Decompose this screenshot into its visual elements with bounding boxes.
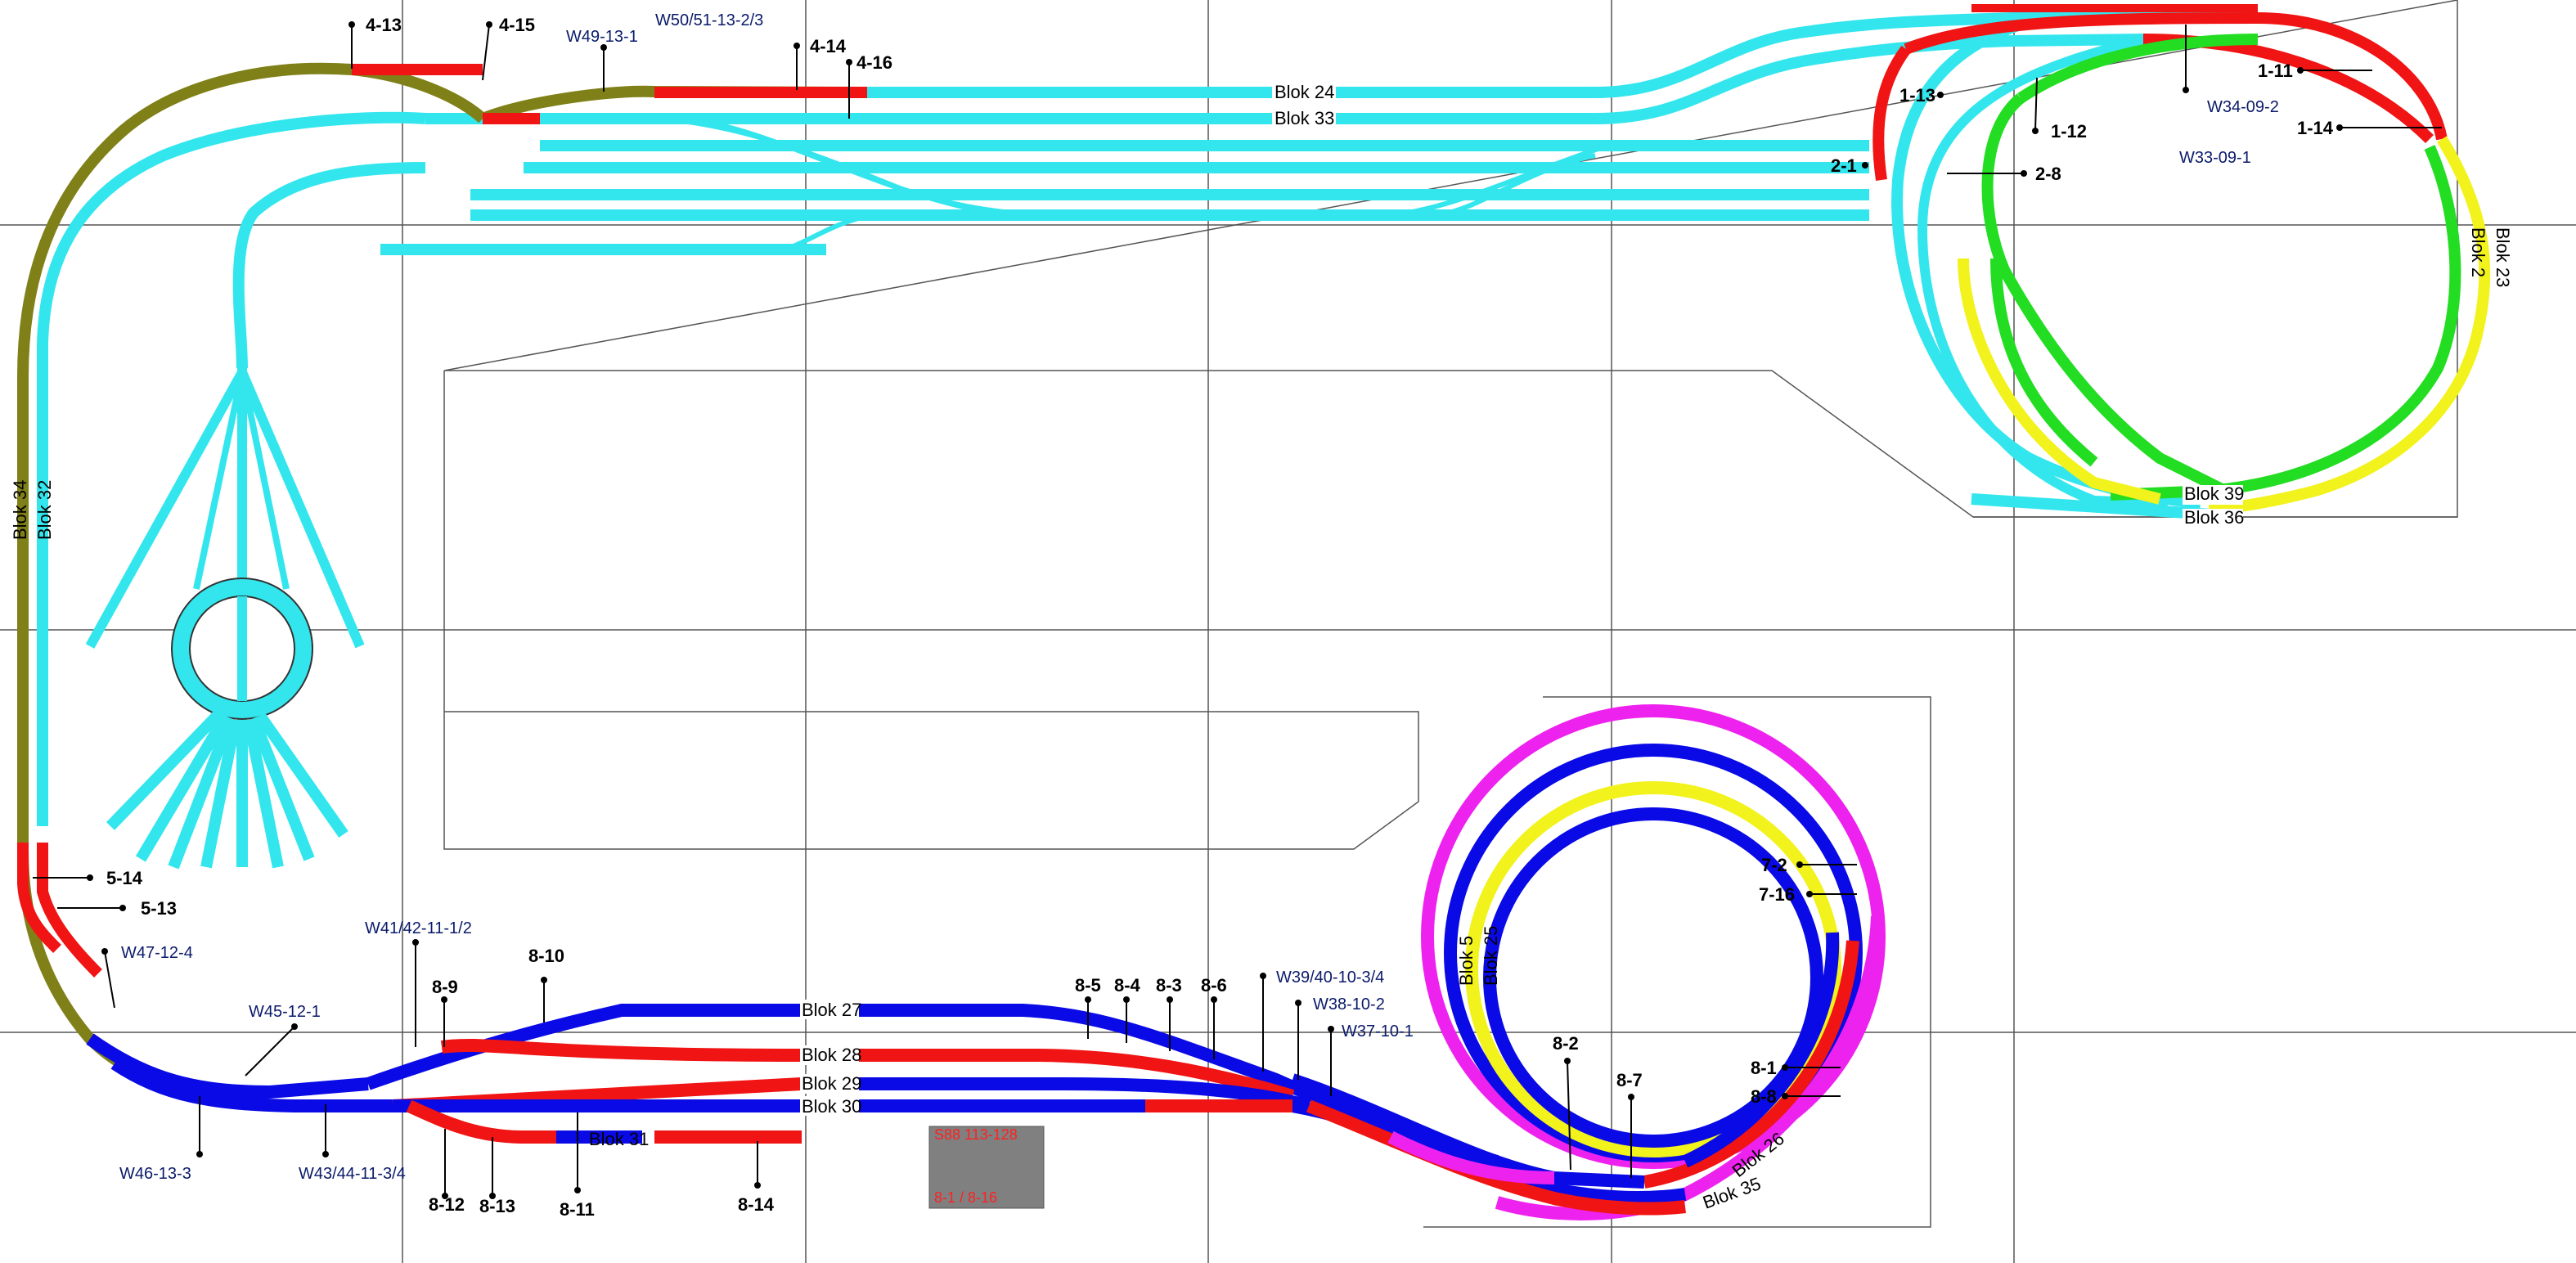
- switch-labels: W49-13-1 W50/51-13-2/3 W34-09-2 W33-09-1…: [101, 11, 2279, 1183]
- sensor-1-13: 1-13: [1899, 85, 1935, 106]
- sensor-4-13: 4-13: [366, 15, 402, 35]
- sensor-2-1: 2-1: [1831, 155, 1857, 176]
- sensor-8-1: 8-1: [1751, 1058, 1777, 1078]
- block-label-33: Blok 33: [1275, 108, 1334, 128]
- top-right-loop: [1872, 4, 2491, 515]
- switch-w41: W41/42-11-1/2: [365, 919, 472, 937]
- sensor-8-8: 8-8: [1751, 1086, 1777, 1107]
- sensor-8-10: 8-10: [528, 946, 564, 966]
- block-label-24: Blok 24: [1275, 82, 1334, 102]
- block-label-29: Blok 29: [802, 1073, 861, 1094]
- sensor-8-12: 8-12: [429, 1194, 465, 1215]
- roundhouse-fan: [106, 708, 348, 870]
- sensor-1-11: 1-11: [2258, 61, 2293, 81]
- block-label-31: Blok 31: [589, 1129, 649, 1149]
- module-line-1: S88 113-128: [934, 1126, 1018, 1143]
- sensor-8-4: 8-4: [1114, 975, 1141, 996]
- block-label-39: Blok 39: [2184, 483, 2244, 504]
- block-label-34: Blok 34: [10, 480, 30, 540]
- switch-w45: W45-12-1: [249, 1003, 321, 1021]
- outer-left-tracks: [17, 62, 868, 1102]
- sensor-5-13: 5-13: [141, 898, 177, 919]
- sensor-8-6: 8-6: [1201, 975, 1227, 996]
- switch-w43: W43/44-11-3/4: [299, 1165, 406, 1183]
- sensor-8-7: 8-7: [1616, 1070, 1643, 1090]
- switch-w37: W37-10-1: [1342, 1023, 1414, 1041]
- switch-w49: W49-13-1: [566, 28, 638, 46]
- switch-w33: W33-09-1: [2179, 149, 2251, 167]
- block-label-27: Blok 27: [802, 1000, 861, 1020]
- block-label-2: Blok 2: [2468, 227, 2488, 277]
- sensor-8-2: 8-2: [1553, 1033, 1579, 1054]
- sensor-1-14: 1-14: [2297, 118, 2334, 138]
- sensor-8-14: 8-14: [738, 1194, 775, 1215]
- switch-w38: W38-10-2: [1313, 996, 1385, 1014]
- block-label-23: Blok 23: [2493, 227, 2513, 287]
- sensor-4-16: 4-16: [856, 52, 892, 73]
- cyan-tracks: [37, 11, 2258, 867]
- sensor-8-5: 8-5: [1075, 975, 1101, 996]
- sensor-1-12: 1-12: [2051, 121, 2087, 142]
- track-layout-diagram: Blok 24 Blok 33 Blok 34 Blok 32 Blok 2 B…: [0, 0, 2576, 1263]
- block-label-28: Blok 28: [802, 1045, 861, 1065]
- sensor-8-3: 8-3: [1156, 975, 1182, 996]
- sensor-7-16: 7-16: [1759, 884, 1795, 905]
- module-line-2: 8-1 / 8-16: [934, 1189, 997, 1206]
- sensor-8-11: 8-11: [560, 1199, 595, 1220]
- switch-w46: W46-13-3: [119, 1165, 191, 1183]
- switch-w47: W47-12-4: [121, 944, 193, 962]
- sensor-8-9: 8-9: [432, 977, 458, 997]
- block-label-25: Blok 25: [1481, 926, 1501, 986]
- block-label-36: Blok 36: [2184, 507, 2244, 528]
- sensor-2-8: 2-8: [2035, 164, 2061, 184]
- block-label-5: Blok 5: [1456, 936, 1477, 986]
- sensor-4-15: 4-15: [499, 15, 535, 35]
- sensor-8-13: 8-13: [479, 1196, 515, 1216]
- switch-w39: W39/40-10-3/4: [1276, 969, 1384, 987]
- sensor-7-2: 7-2: [1761, 855, 1787, 875]
- block-label-32: Blok 32: [34, 480, 55, 540]
- switch-w34: W34-09-2: [2207, 98, 2279, 116]
- sensor-5-14: 5-14: [106, 868, 143, 888]
- switch-w50: W50/51-13-2/3: [655, 11, 763, 29]
- sensor-4-14: 4-14: [810, 36, 847, 56]
- s88-module-box: S88 113-128 8-1 / 8-16: [928, 1126, 1045, 1209]
- block-label-30: Blok 30: [802, 1096, 861, 1117]
- turntable: [171, 578, 313, 720]
